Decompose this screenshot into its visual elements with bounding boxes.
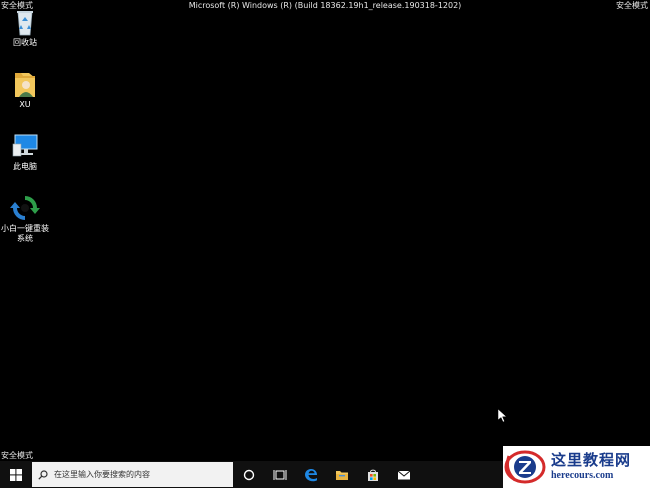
desktop-icon-this-pc[interactable]: 此电脑 <box>0 132 50 172</box>
xiaobai-reinstall-icon <box>10 196 40 220</box>
taskbar-mail-button[interactable] <box>389 461 419 488</box>
task-view-icon <box>273 469 287 480</box>
safe-mode-label-top-right: 安全模式 <box>616 1 648 10</box>
taskbar-file-explorer-button[interactable] <box>327 461 357 488</box>
recycle-bin-icon <box>17 11 33 36</box>
desktop-icon-label: 回收站 <box>13 38 37 47</box>
build-info-text: Microsoft (R) Windows (R) (Build 18362.1… <box>188 1 462 10</box>
watermark-title: 这里教程网 <box>551 451 632 469</box>
windows-logo-icon <box>10 468 22 481</box>
taskbar-cortana-button[interactable] <box>234 461 264 488</box>
desktop-icon-label: XU <box>19 100 31 109</box>
watermark-z-logo-icon <box>504 450 546 484</box>
taskbar-search-box[interactable]: 在这里输入你要搜索的内容 <box>32 462 233 487</box>
desktop-icon-label: 此电脑 <box>13 162 37 171</box>
this-pc-icon <box>12 134 38 157</box>
search-placeholder: 在这里输入你要搜索的内容 <box>54 470 150 479</box>
start-button[interactable] <box>0 461 32 488</box>
safe-mode-label-bottom-left: 安全模式 <box>1 451 33 460</box>
user-folder-icon <box>15 73 35 97</box>
file-explorer-icon <box>336 470 348 480</box>
desktop-icon-recycle-bin[interactable]: 回收站 <box>0 8 50 48</box>
mail-icon <box>397 470 411 479</box>
taskbar-task-view-button[interactable] <box>265 461 295 488</box>
desktop-icon-xiaobai-reinstall[interactable]: 小白一键重装系统 <box>0 194 50 244</box>
mouse-cursor-icon <box>498 409 508 423</box>
desktop[interactable]: 安全模式 Microsoft (R) Windows (R) (Build 18… <box>0 0 650 488</box>
store-icon <box>368 469 378 481</box>
search-icon <box>38 469 48 480</box>
cortana-icon <box>243 469 255 480</box>
taskbar-store-button[interactable] <box>358 461 388 488</box>
desktop-icon-label: 小白一键重装系统 <box>1 224 49 243</box>
taskbar-edge-button[interactable] <box>296 461 326 488</box>
watermark-url: herecours.com <box>551 470 614 481</box>
desktop-icon-user-folder[interactable]: XU <box>0 70 50 110</box>
edge-icon <box>305 468 317 481</box>
watermark-logo: 这里教程网 herecours.com <box>503 446 650 488</box>
